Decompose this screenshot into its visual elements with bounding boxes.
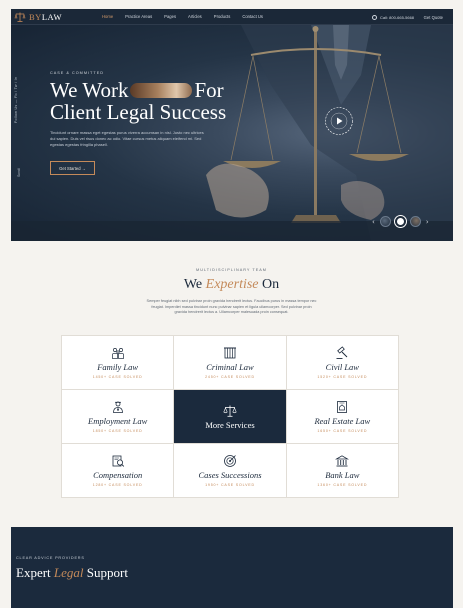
support-title-start: Expert xyxy=(16,565,54,580)
card-count: 1280+ CASE SOLVED xyxy=(92,483,143,487)
practice-card-compensation[interactable]: Compensation 1280+ CASE SOLVED xyxy=(62,444,174,497)
call-text: Call: 800-665-5668 xyxy=(380,14,415,20)
card-title: Employment Law xyxy=(88,416,148,426)
nav-articles[interactable]: Articles xyxy=(188,14,202,19)
expertise-description: Semper feugiat nibh sed pulvinar proin g… xyxy=(146,299,317,314)
nav-contact-us[interactable]: Contact Us xyxy=(242,14,263,19)
bank-law-icon xyxy=(335,455,350,467)
card-count: 1360+ CASE SOLVED xyxy=(317,483,368,487)
slide-thumb-3[interactable] xyxy=(409,216,421,227)
civil-law-icon xyxy=(336,346,348,359)
logo-suffix: LAW xyxy=(41,11,62,22)
card-title: Criminal Law xyxy=(206,362,254,372)
card-count: 1450+ CASE SOLVED xyxy=(92,375,143,379)
nav-home[interactable]: Home xyxy=(102,14,113,19)
practice-areas-grid: Family Law 1450+ CASE SOLVED Criminal La… xyxy=(61,335,399,498)
call-link[interactable]: Call: 800-665-5668 xyxy=(372,9,414,25)
card-title: Real Estate Law xyxy=(314,416,371,426)
headline-start: We Work xyxy=(50,78,129,102)
card-title: Civil Law xyxy=(325,362,359,372)
title-accent: Expertise xyxy=(205,277,259,292)
hero-section: Follow Us — Fb / Tw / In Scroll CASE & C… xyxy=(11,25,453,241)
card-title: More Services xyxy=(205,419,255,430)
headline-end: For xyxy=(194,78,224,102)
family-law-icon xyxy=(111,348,124,359)
slider-next-arrow[interactable]: › xyxy=(426,218,429,226)
practice-card-family-law[interactable]: Family Law 1450+ CASE SOLVED xyxy=(62,336,174,389)
hero-slider-controls: ‹ › xyxy=(369,216,432,227)
cases-successions-icon xyxy=(224,455,236,467)
scales-icon xyxy=(223,405,237,417)
support-title-end: Support xyxy=(83,565,128,580)
phone-icon xyxy=(372,14,377,20)
slide-thumb-1[interactable] xyxy=(379,216,391,227)
nav-pages[interactable]: Pages xyxy=(164,14,176,19)
title-end: On xyxy=(258,277,280,292)
practice-card-bank-law[interactable]: Bank Law 1360+ CASE SOLVED xyxy=(286,444,398,497)
gavel-pill-image xyxy=(130,83,193,98)
nav-practice-areas[interactable]: Practice Areas xyxy=(125,14,152,19)
scroll-vertical-text[interactable]: Scroll xyxy=(17,168,21,177)
title-start: We xyxy=(183,277,206,292)
play-icon xyxy=(337,117,343,125)
logo-prefix: BY xyxy=(29,11,42,22)
support-kicker: CLEAR ADVICE PROVIDERS xyxy=(16,556,85,560)
support-title-accent: Legal xyxy=(53,565,84,580)
card-title: Cases Successions xyxy=(198,470,262,480)
card-title: Bank Law xyxy=(325,470,360,480)
employment-law-icon xyxy=(112,401,123,413)
practice-card-civil-law[interactable]: Civil Law 1520+ CASE SOLVED xyxy=(286,336,398,389)
card-count: 1520+ CASE SOLVED xyxy=(317,375,368,379)
expertise-kicker: MULTIDISCIPLINARY TEAM xyxy=(196,268,267,272)
slide-thumb-2-active[interactable] xyxy=(394,216,406,227)
compensation-icon xyxy=(112,455,124,467)
nav-products[interactable]: Products xyxy=(214,14,231,19)
scales-logo-icon xyxy=(14,12,26,22)
top-navigation-bar: BYLAW Home Practice Areas Pages Articles… xyxy=(11,9,453,25)
follow-us-vertical-text: Follow Us — Fb / Tw / In xyxy=(14,76,18,123)
headline-line2: Client Legal Success xyxy=(50,100,227,124)
page: BYLAW Home Practice Areas Pages Articles… xyxy=(0,0,463,608)
logo[interactable]: BYLAW xyxy=(14,11,62,23)
hero-description: Tincidunt ornare massa eget egestas puru… xyxy=(50,130,204,147)
get-quote-link[interactable]: Get Quote xyxy=(424,9,443,25)
card-title: Compensation xyxy=(93,470,143,480)
card-title: Family Law xyxy=(97,362,139,372)
card-count: 1850+ CASE SOLVED xyxy=(92,429,143,433)
get-started-button[interactable]: Get Started → xyxy=(50,161,95,175)
hero-eyebrow: CASE & COMMITTED xyxy=(50,71,104,75)
main-nav: Home Practice Areas Pages Articles Produ… xyxy=(102,14,275,19)
card-count: 1950+ CASE SOLVED xyxy=(205,483,255,487)
support-title: Expert Legal Support xyxy=(16,565,128,581)
card-count: 1650+ CASE SOLVED xyxy=(317,429,368,433)
practice-card-real-estate-law[interactable]: Real Estate Law 1650+ CASE SOLVED xyxy=(286,390,398,443)
practice-card-criminal-law[interactable]: Criminal Law 2450+ CASE SOLVED xyxy=(174,336,286,389)
practice-card-employment-law[interactable]: Employment Law 1850+ CASE SOLVED xyxy=(62,390,174,443)
slider-prev-arrow[interactable]: ‹ xyxy=(372,218,375,226)
expertise-title: We Expertise On xyxy=(0,277,463,293)
real-estate-law-icon xyxy=(337,401,348,413)
play-video-button[interactable] xyxy=(324,106,354,136)
expert-support-banner: CLEAR ADVICE PROVIDERS Expert Legal Supp… xyxy=(11,527,453,608)
practice-card-more-services[interactable]: More Services xyxy=(174,390,286,443)
card-count: 2450+ CASE SOLVED xyxy=(205,375,255,379)
hero-headline: We Work For Client Legal Success xyxy=(50,79,226,123)
practice-card-cases-successions[interactable]: Cases Successions 1950+ CASE SOLVED xyxy=(174,444,286,497)
criminal-law-icon xyxy=(223,347,236,359)
